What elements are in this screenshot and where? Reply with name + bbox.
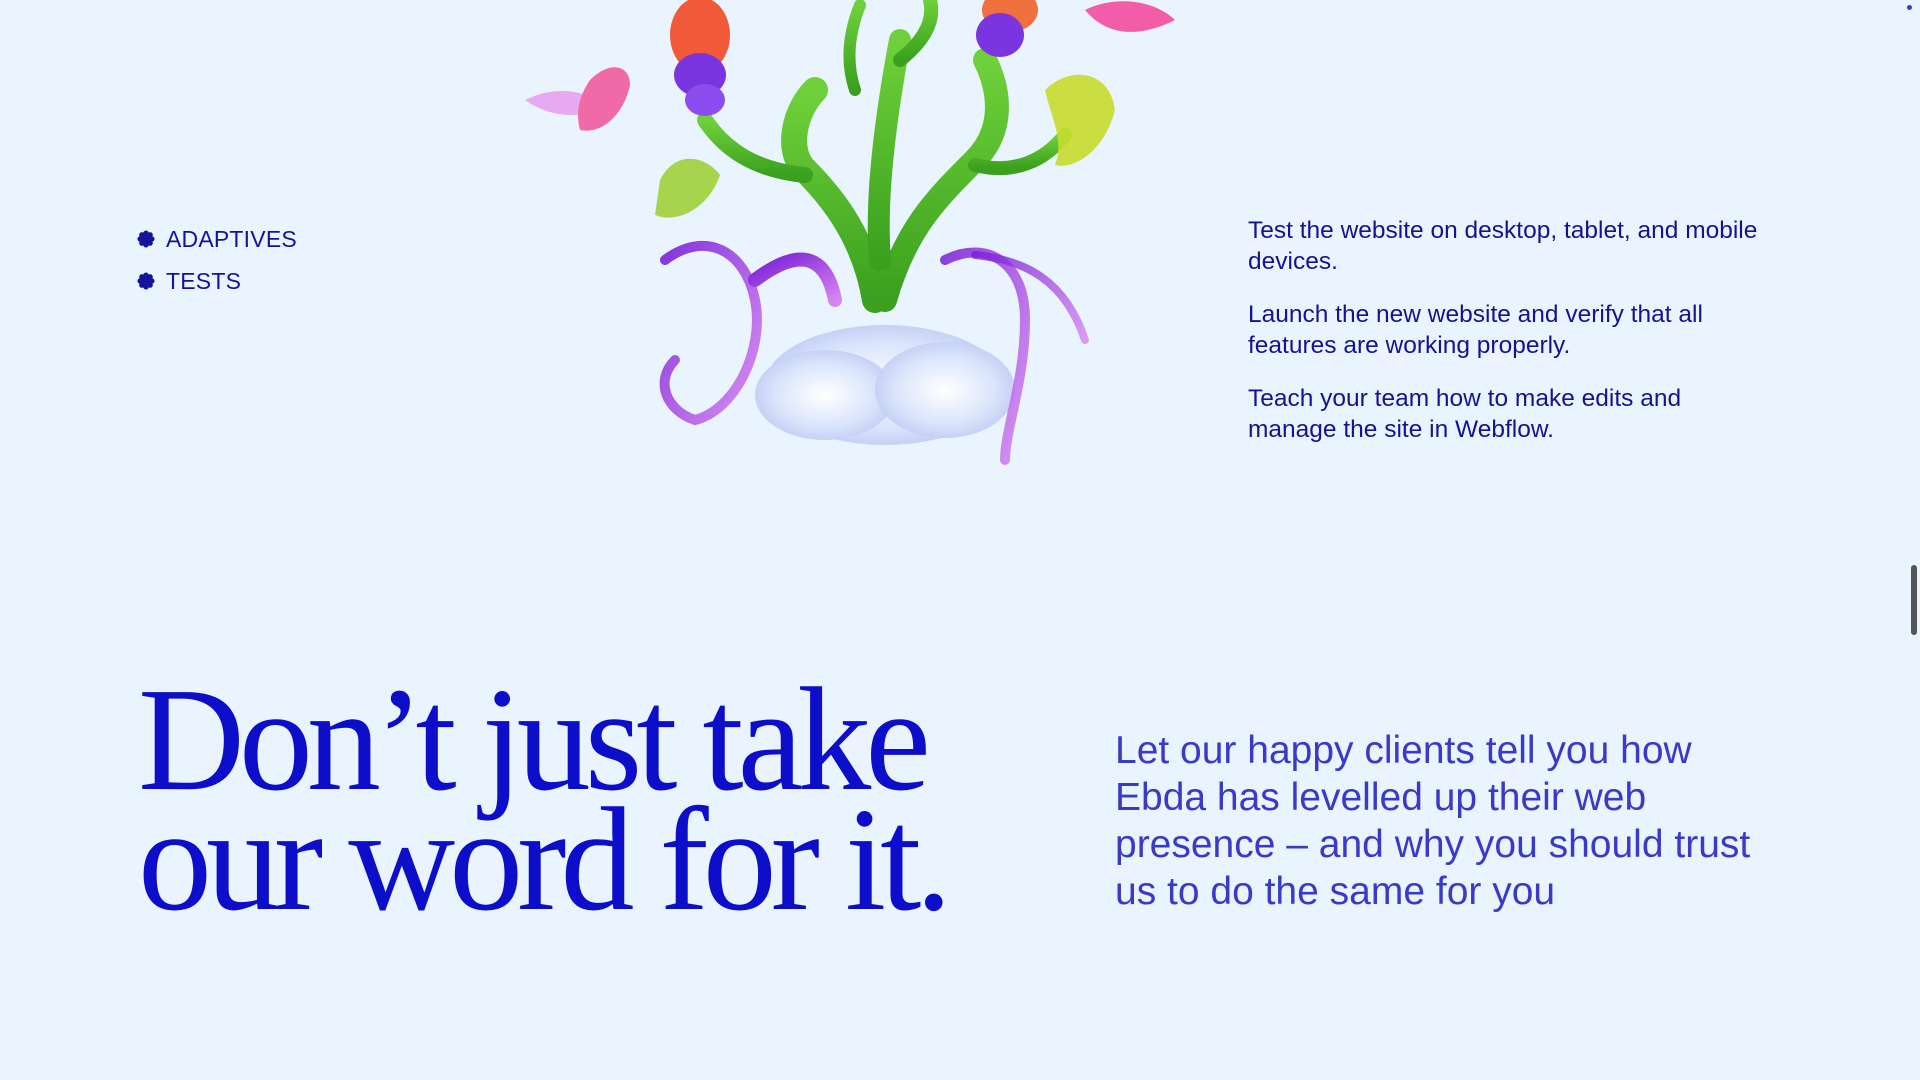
- page-scrollbar[interactable]: [1906, 0, 1920, 1080]
- tag-list: ADAPTIVES TESTS: [137, 218, 297, 302]
- testimonials-headline: Don’t just take our word for it.: [138, 666, 958, 934]
- tag-item: TESTS: [137, 260, 297, 302]
- step-text: Launch the new website and verify that a…: [1248, 301, 1703, 359]
- tag-label: ADAPTIVES: [166, 225, 297, 252]
- flower-bullet-icon: [137, 272, 155, 290]
- tag-label: TESTS: [166, 267, 242, 294]
- step-text: Teach your team how to make edits and ma…: [1248, 385, 1682, 443]
- testimonials-subcopy: Let our happy clients tell you how Ebda …: [1115, 729, 1751, 913]
- tag-item: ADAPTIVES: [137, 218, 297, 260]
- glass-plant-illustration: [505, 0, 1205, 470]
- scrollbar-thumb[interactable]: [1911, 565, 1917, 635]
- page: ADAPTIVES TESTS Test the website on desk…: [0, 0, 1920, 1080]
- flower-bullet-icon: [137, 230, 155, 248]
- headline-line: our word for it.: [138, 778, 952, 942]
- step-text: Test the website on desktop, tablet, and…: [1248, 217, 1758, 275]
- steps-list: Test the website on desktop, tablet, and…: [1248, 215, 1768, 467]
